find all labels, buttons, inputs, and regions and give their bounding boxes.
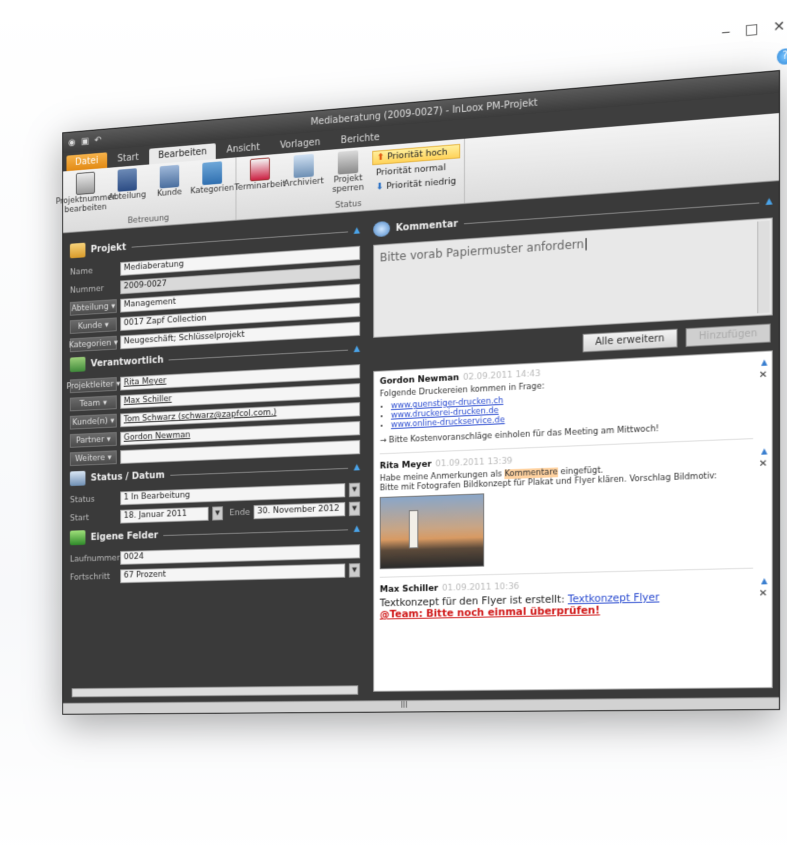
collapse-icon[interactable]: ▲ [354, 344, 360, 354]
lock-icon [337, 150, 359, 175]
comment-date: 02.09.2011 14:43 [463, 369, 541, 383]
cube-icon [69, 530, 86, 546]
group-betreuung: Projektnummer bearbeiten Abteilung Kunde… [56, 157, 237, 233]
quick-access-toolbar: ◉ ▣ ↶ [68, 135, 101, 148]
abteilung-button[interactable]: Abteilung [108, 167, 146, 218]
calendar-icon [69, 470, 86, 487]
close-icon[interactable]: ✕ [759, 458, 768, 469]
close-icon[interactable]: ✕ [759, 370, 768, 381]
chevron-down-icon: ▾ [107, 452, 112, 463]
comment-author: Max Schiller [379, 584, 439, 595]
minimize-button[interactable]: ‒ [721, 24, 730, 41]
collapse-icon[interactable]: ▲ [766, 197, 773, 207]
category-icon [202, 161, 223, 186]
fortschritt-field[interactable]: 67 Prozent [120, 563, 346, 584]
partner-button[interactable]: Partner ▾ [69, 432, 117, 448]
close-icon[interactable]: ✕ [759, 588, 768, 599]
kategorien-button[interactable]: Kategorien [190, 160, 234, 211]
laufnummer-field[interactable]: 0024 [120, 544, 361, 565]
close-button[interactable]: ✕ [773, 19, 785, 36]
section-eigene-felder: Eigene Felder ▲ [69, 521, 360, 546]
chevron-down-icon: ▾ [104, 320, 109, 330]
lighthouse-photo[interactable] [379, 493, 485, 570]
books-icon [117, 168, 137, 192]
collapse-icon[interactable]: ▲ [761, 576, 767, 585]
projekt-sperren-button[interactable]: Projekt sperren [328, 149, 369, 201]
label-start: Start [69, 513, 89, 523]
projektnummer-button[interactable]: Projektnummer bearbeiten [56, 171, 116, 221]
collapse-icon[interactable]: ▲ [354, 463, 360, 473]
undo-icon[interactable]: ↶ [94, 135, 101, 146]
kunde-button[interactable]: Kunde [150, 164, 189, 215]
app-window: ‒ □ ✕ ? ◉ ▣ ↶ Mediaberatung (2009-0027) … [56, 19, 787, 715]
add-comment-button[interactable]: Hinzufügen [685, 323, 771, 347]
window-controls: ‒ □ ✕ [721, 19, 785, 41]
right-panel: Kommentar ▲ Bitte vorab Papiermuster anfo… [367, 181, 779, 712]
comment-entry: Max Schiller 01.09.2011 10:36 Textkonzept… [379, 576, 768, 621]
left-horizontal-scrollbar[interactable] [71, 685, 359, 698]
status-field[interactable]: 1 In Bearbeitung [120, 483, 346, 506]
expand-all-button[interactable]: Alle erweitern [582, 328, 678, 353]
weitere-button[interactable]: Weitere ▾ [69, 450, 117, 467]
left-panel: Projekt ▲ Name Mediaberatung Nummer 2009-00… [63, 211, 368, 714]
kunden-button[interactable]: Kunde(n) ▾ [69, 413, 117, 430]
chevron-down-icon: ▾ [102, 398, 107, 408]
app-icon[interactable]: ◉ [68, 137, 76, 148]
start-date-dropdown[interactable]: ▼ [212, 506, 223, 521]
arrow-up-icon: ⬆ [376, 151, 385, 163]
start-date-field[interactable]: 18. Januar 2011 [120, 506, 209, 524]
arrow-down-icon: ⬇ [375, 181, 384, 193]
main-content: Projekt ▲ Name Mediaberatung Nummer 2009-00… [63, 181, 779, 714]
folder-icon [69, 242, 86, 259]
comment-entry: Rita Meyer 01.09.2011 13:39 Habe meine An… [379, 445, 768, 578]
save-icon[interactable]: ▣ [81, 136, 89, 147]
comment-entry: Gordon Newman 02.09.2011 14:43 Folgende D… [379, 356, 768, 455]
comment-author: Gordon Newman [379, 373, 460, 387]
status-dropdown[interactable]: ▼ [348, 482, 361, 498]
projektleiter-button[interactable]: Projektleiter ▾ [67, 377, 120, 394]
comment-input[interactable]: Bitte vorab Papiermuster anfordern| [373, 217, 773, 338]
team-button[interactable]: Team ▾ [69, 395, 117, 412]
priority-buttons: ⬆ Priorität hoch Priorität normal ⬇ Priori… [372, 142, 461, 198]
comment-scrollbar[interactable] [757, 220, 770, 314]
comment-date: 01.09.2011 10:36 [442, 582, 520, 594]
chevron-down-icon: ▾ [110, 416, 115, 426]
label-status: Status [69, 494, 95, 505]
calendar-icon [249, 157, 270, 182]
label-nummer: Nummer [69, 283, 104, 296]
chevron-down-icon: ▾ [106, 434, 111, 444]
people-icon [69, 356, 86, 373]
collapse-icon[interactable]: ▲ [354, 226, 360, 236]
abteilung-dropdown-button[interactable]: Abteilung ▾ [69, 299, 117, 316]
speech-bubble-icon [373, 220, 391, 238]
fortschritt-dropdown[interactable]: ▼ [348, 563, 361, 578]
link-textkonzept[interactable]: Textkonzept Flyer [568, 592, 660, 606]
maximize-button[interactable]: □ [745, 21, 759, 38]
label-laufnummer: Laufnummer [69, 553, 120, 564]
screenshot-stage: ‒ □ ✕ ? ◉ ▣ ↶ Mediaberatung (2009-0027) … [0, 0, 787, 855]
archive-icon [293, 153, 314, 179]
collapse-icon[interactable]: ▲ [761, 358, 767, 367]
collapse-icon[interactable]: ▲ [761, 446, 767, 455]
comment-feed: Gordon Newman 02.09.2011 14:43 Folgende D… [373, 350, 773, 692]
comment-author: Rita Meyer [379, 459, 432, 472]
help-icon[interactable]: ? [776, 47, 787, 66]
end-date-dropdown[interactable]: ▼ [348, 501, 361, 517]
customer-icon [159, 164, 180, 189]
comment-date: 01.09.2011 13:39 [435, 456, 513, 470]
collapse-icon[interactable]: ▲ [354, 524, 360, 534]
label-ende: Ende [229, 507, 250, 518]
kategorien-dropdown-button[interactable]: Kategorien ▾ [69, 335, 118, 353]
archiviert-button[interactable]: Archiviert [284, 153, 324, 205]
lighthouse-tower [408, 510, 419, 549]
projektnummer-icon [75, 171, 95, 196]
kunde-dropdown-button[interactable]: Kunde ▾ [69, 317, 117, 334]
terminarbeit-button[interactable]: Terminarbeit [234, 157, 286, 209]
label-fortschritt: Fortschritt [69, 571, 110, 583]
chevron-down-icon: ▾ [111, 301, 116, 311]
end-date-field[interactable]: 30. November 2012 [253, 502, 346, 520]
chevron-down-icon: ▾ [113, 337, 118, 348]
label-name: Name [69, 266, 93, 278]
